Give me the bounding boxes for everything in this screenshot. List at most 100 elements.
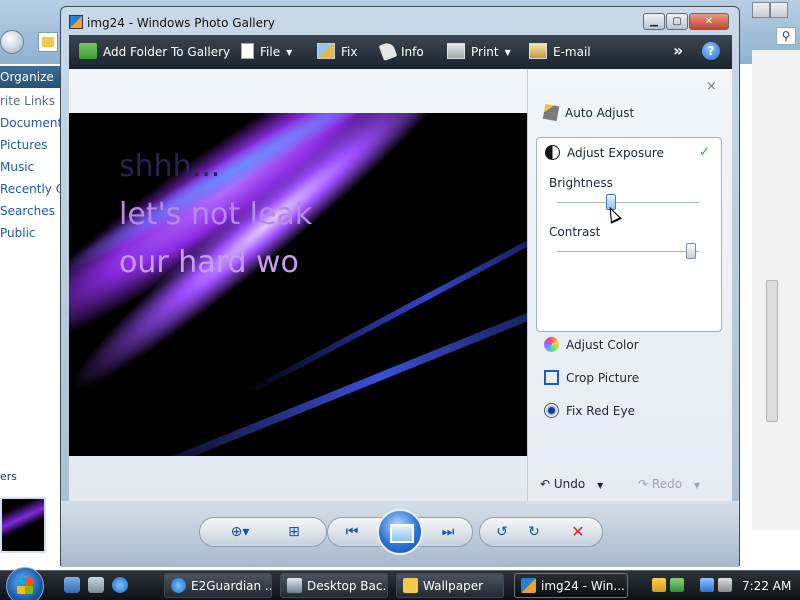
photo-display[interactable]: shhh... let's not leak our hard wo [69, 113, 527, 456]
explorer-close-button[interactable] [770, 2, 788, 18]
file-menu[interactable]: File ▼ [241, 35, 292, 69]
navigation-bar: ⊕▾ ⊞ ⏮ ⏭ ↺ ↻ ✕ [61, 501, 739, 567]
fix-button[interactable]: Fix [317, 35, 357, 69]
add-folder-button[interactable]: Add Folder To Gallery [79, 35, 230, 69]
adjust-color-button[interactable]: Adjust Color [544, 335, 639, 355]
help-icon[interactable]: ? [702, 42, 720, 60]
printer-icon [447, 43, 465, 59]
zoom-icon[interactable]: ⊕▾ [222, 518, 258, 546]
contrast-label: Contrast [549, 225, 601, 239]
sidebar-item-documents[interactable]: Documents [0, 112, 62, 134]
adjust-exposure-label: Adjust Exposure [567, 146, 664, 160]
contrast-slider-thumb[interactable] [686, 243, 696, 259]
sidebar-item-music[interactable]: Music [0, 156, 62, 178]
close-button[interactable]: ✕ [689, 13, 729, 30]
sidebar-item-pictures[interactable]: Pictures [0, 134, 62, 156]
folders-label[interactable]: ers [0, 470, 17, 483]
maximize-button[interactable]: ▢ [666, 13, 688, 30]
taskbar-item-label: img24 - Win... [541, 579, 625, 593]
network-icon[interactable] [700, 578, 714, 592]
explorer-thumbnail[interactable] [0, 497, 46, 553]
switch-windows-icon[interactable] [88, 577, 104, 593]
rotate-counterclockwise-icon[interactable]: ↺ [488, 518, 516, 546]
taskbar-item-desktop-background[interactable]: Desktop Bac... [280, 573, 388, 598]
security-shield-icon[interactable] [652, 578, 666, 592]
more-commands-button[interactable]: » [673, 35, 683, 67]
auto-adjust-label: Auto Adjust [565, 106, 635, 120]
control-panel-icon [287, 578, 302, 593]
info-label: Info [401, 45, 424, 59]
color-wheel-icon [544, 337, 559, 352]
contrast-slider[interactable] [557, 243, 699, 259]
adjust-exposure-section: Adjust Exposure ✓ Brightness Contrast [536, 137, 722, 332]
check-icon: ✓ [699, 145, 710, 160]
email-button[interactable]: E-mail [529, 35, 591, 69]
redo-icon: ↷ [638, 477, 649, 491]
chevron-down-icon: ▼ [693, 481, 701, 490]
redo-label: Redo [651, 477, 683, 491]
eye-icon [544, 403, 559, 418]
taskbar-item-label: E2Guardian ... [191, 579, 272, 593]
mouse-cursor-icon [604, 204, 622, 224]
volume-muted-icon[interactable] [718, 578, 732, 592]
fix-label: Fix [341, 45, 358, 59]
file-icon [241, 43, 254, 59]
previous-icon[interactable]: ⏮ [338, 518, 366, 546]
fix-red-eye-button[interactable]: Fix Red Eye [544, 401, 635, 421]
add-folder-icon [79, 43, 97, 59]
brightness-slider[interactable] [557, 194, 699, 210]
zoom-controls: ⊕▾ ⊞ [199, 517, 327, 547]
crop-picture-label: Crop Picture [566, 371, 640, 385]
next-icon[interactable]: ⏭ [434, 518, 462, 546]
fix-icon [317, 43, 335, 59]
show-desktop-icon[interactable] [64, 577, 80, 593]
sidebar-item-recently-changed[interactable]: Recently Ch [0, 178, 62, 200]
internet-explorer-icon [171, 578, 186, 593]
back-button[interactable] [0, 30, 24, 54]
chevron-down-icon[interactable]: ▼ [597, 481, 603, 490]
actual-size-icon[interactable]: ⊞ [280, 518, 308, 546]
folder-icon [38, 32, 58, 52]
sound-status-icon[interactable] [670, 578, 684, 592]
taskbar-clock[interactable]: 7:22 AM [742, 571, 791, 600]
crop-icon [544, 370, 559, 385]
explorer-minimize-button[interactable] [752, 2, 770, 18]
sidebar-item-searches[interactable]: Searches [0, 200, 62, 222]
magic-wand-icon [542, 103, 560, 122]
delete-icon[interactable]: ✕ [564, 518, 592, 546]
search-icon[interactable]: ⚲ [776, 27, 796, 45]
print-label: Print [471, 45, 499, 59]
redo-button[interactable]: ↷ Redo ▼ [638, 477, 700, 491]
print-menu[interactable]: Print ▼ [447, 35, 511, 69]
file-label: File [260, 45, 281, 59]
sidebar-item-public[interactable]: Public [0, 222, 62, 244]
fix-panel: × Auto Adjust Adjust Exposure ✓ Brightne… [527, 69, 732, 501]
photo-text-line-1: shhh... [119, 149, 221, 184]
undo-button[interactable]: ↶ Undo ▼ [540, 477, 603, 491]
adjust-exposure-header[interactable]: Adjust Exposure [545, 143, 664, 163]
taskbar-item-e2guardian[interactable]: E2Guardian ... [164, 573, 272, 598]
crop-picture-button[interactable]: Crop Picture [544, 368, 639, 388]
close-icon[interactable]: × [706, 79, 717, 94]
taskbar: E2Guardian ... Desktop Bac... Wallpaper … [0, 567, 800, 600]
start-button[interactable] [6, 567, 44, 600]
minimize-button[interactable]: ▁ [643, 13, 665, 30]
window-controls: ▁ ▢ ✕ [642, 13, 729, 30]
explorer-scrollbar[interactable] [752, 50, 800, 530]
slideshow-button[interactable] [377, 509, 423, 555]
taskbar-item-label: Wallpaper [423, 579, 484, 593]
internet-explorer-icon[interactable] [112, 577, 128, 593]
explorer-sidebar: rite Links Documents Pictures Music Rece… [0, 90, 62, 244]
sidebar-item-favorite-links[interactable]: rite Links [0, 90, 62, 112]
photo-text-line-3: our hard wo [119, 245, 299, 280]
auto-adjust-button[interactable]: Auto Adjust [542, 103, 635, 123]
rotate-clockwise-icon[interactable]: ↻ [520, 518, 548, 546]
brightness-label: Brightness [549, 176, 613, 190]
photo-gallery-app-icon [521, 578, 536, 593]
info-button[interactable]: Info [378, 35, 424, 69]
organize-button[interactable]: Organize ▾ [0, 66, 62, 106]
taskbar-item-wallpaper[interactable]: Wallpaper [396, 573, 504, 598]
taskbar-item-photo-gallery[interactable]: img24 - Win... [514, 573, 628, 598]
toolbar: Add Folder To Gallery File ▼ Fix Info Pri… [69, 35, 732, 69]
taskbar-item-label: Desktop Bac... [307, 579, 388, 593]
